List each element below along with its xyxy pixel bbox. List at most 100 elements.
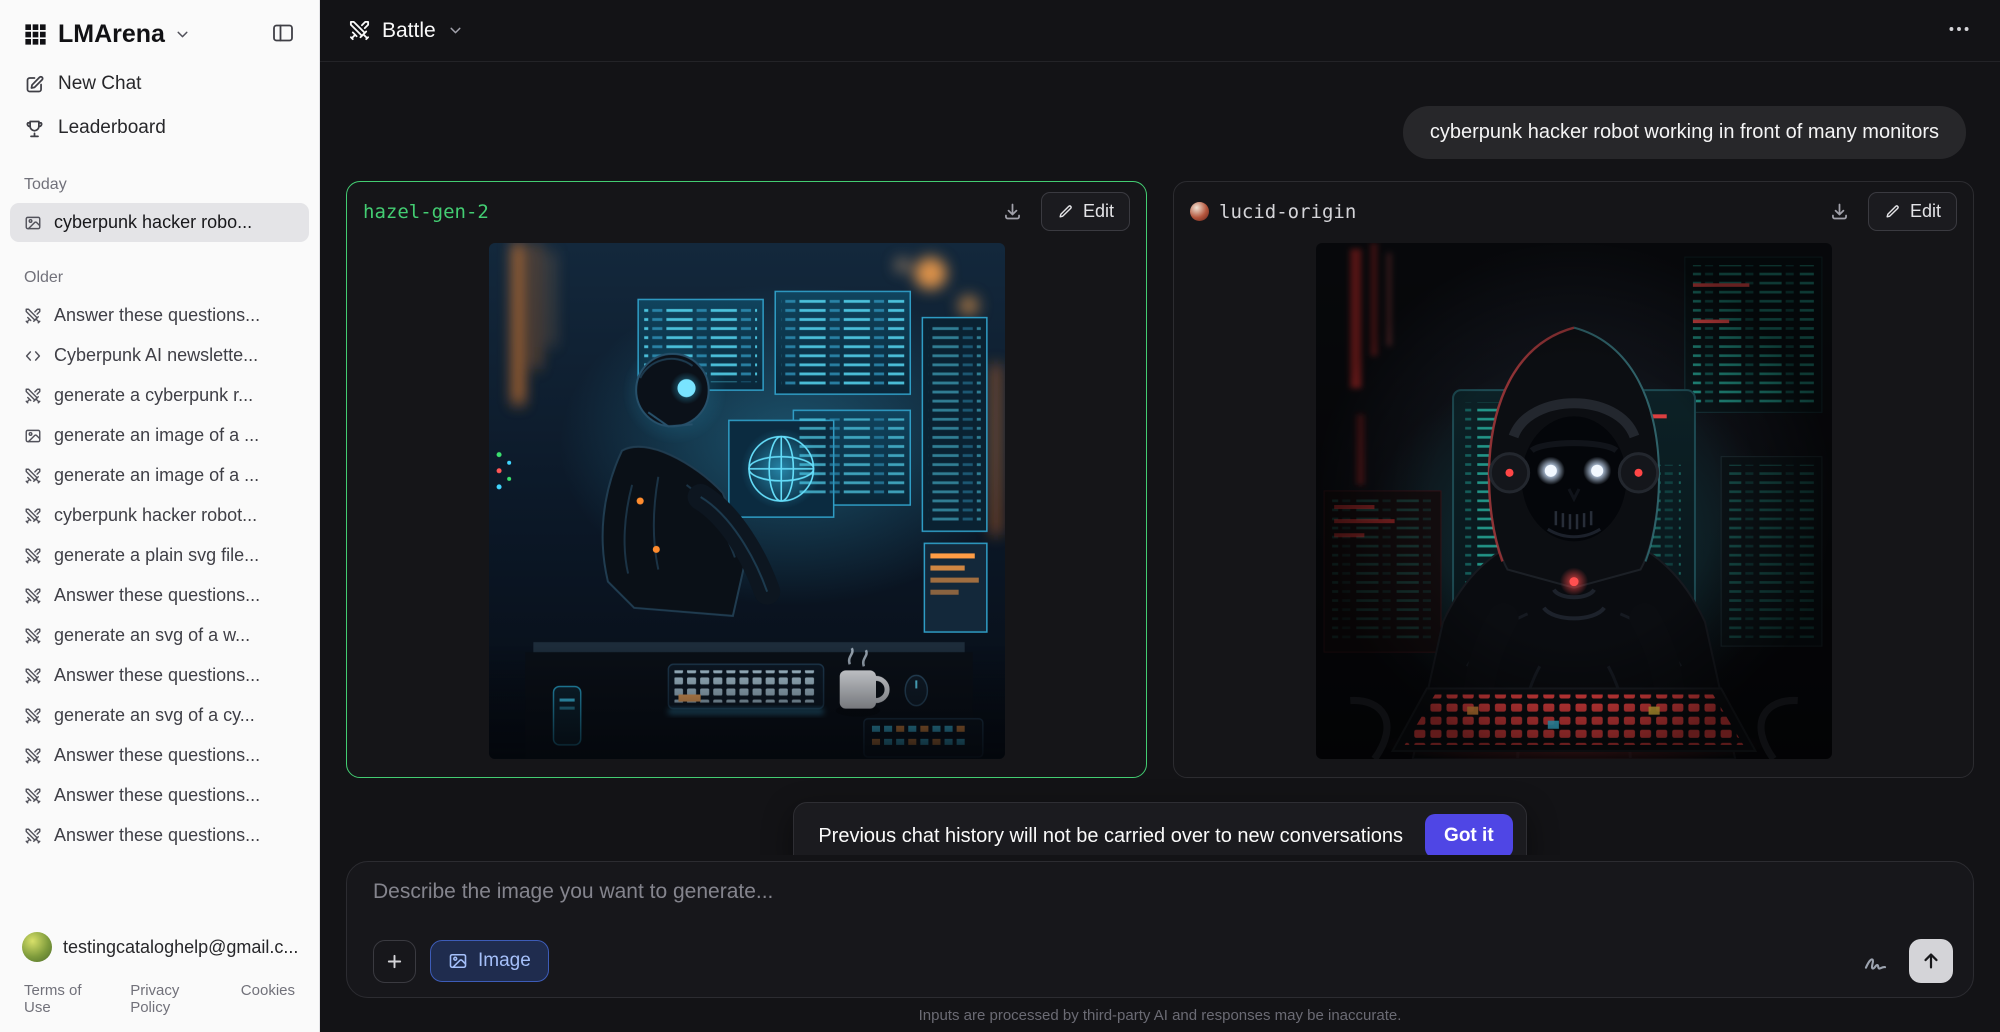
chat-item-label: generate an image of a ...	[54, 425, 259, 446]
chat-item-icon	[24, 707, 42, 725]
chat-item-icon	[24, 787, 42, 805]
edit-button[interactable]: Edit	[1041, 192, 1130, 231]
generated-image-b[interactable]	[1316, 243, 1832, 759]
chat-history-item[interactable]: generate an svg of a w...	[10, 616, 309, 655]
chat-item-label: generate an image of a ...	[54, 465, 259, 486]
composer-toolbar: Image	[373, 939, 1953, 983]
chat-history: Today cyberpunk hacker robo... Older Ans…	[0, 150, 319, 920]
sidebar-collapse-button[interactable]	[267, 18, 299, 50]
footer-link[interactable]: Privacy Policy	[130, 982, 213, 1016]
chat-item-label: Cyberpunk AI newslette...	[54, 345, 258, 366]
chat-history-item[interactable]: Answer these questions...	[10, 736, 309, 775]
app-root: LMArena New Chat Leaderboard Today	[0, 0, 2000, 1032]
leaderboard-label: Leaderboard	[58, 117, 166, 139]
edit-label: Edit	[1910, 201, 1941, 222]
chat-item-label: generate an svg of a cy...	[54, 705, 255, 726]
topbar: Battle	[320, 0, 2000, 62]
chat-history-item[interactable]: Answer these questions...	[10, 776, 309, 815]
ai-disclaimer: Inputs are processed by third-party AI a…	[346, 998, 1974, 1032]
chat-history-item[interactable]: Answer these questions...	[10, 656, 309, 695]
panel-body	[1174, 241, 1973, 777]
main-area: Battle cyberpunk hacker robot working in…	[320, 0, 2000, 1032]
image-mode-label: Image	[478, 950, 531, 972]
model-name-a: hazel-gen-2	[363, 201, 489, 223]
chevron-down-icon	[447, 22, 464, 39]
sidebar-header: LMArena	[0, 0, 319, 62]
chat-history-item[interactable]: Answer these questions...	[10, 816, 309, 855]
chat-item-label: generate an svg of a w...	[54, 625, 250, 646]
chat-item-icon	[24, 307, 42, 325]
chat-item-label: Answer these questions...	[54, 585, 260, 606]
sidebar: LMArena New Chat Leaderboard Today	[0, 0, 320, 1032]
app-logo[interactable]: LMArena	[22, 20, 191, 49]
mode-label: Battle	[382, 19, 436, 43]
model-name-b: lucid-origin	[1190, 201, 1356, 223]
user-prompt-bubble: cyberpunk hacker robot working in front …	[1403, 106, 1966, 159]
image-icon	[448, 951, 468, 971]
chat-item-icon	[24, 747, 42, 765]
edit-label: Edit	[1083, 201, 1114, 222]
signature-icon	[1862, 948, 1889, 975]
model-panel-b: lucid-origin Edit	[1173, 181, 1974, 778]
panel-body	[347, 241, 1146, 777]
generated-image-a[interactable]	[489, 243, 1005, 759]
edit-button[interactable]: Edit	[1868, 192, 1957, 231]
leaderboard-button[interactable]: Leaderboard	[0, 106, 319, 150]
chat-item-label: Answer these questions...	[54, 305, 260, 326]
composer-box: Image	[346, 861, 1974, 998]
toast-message: Previous chat history will not be carrie…	[818, 825, 1403, 848]
chat-item-label: Answer these questions...	[54, 745, 260, 766]
chevron-down-icon	[174, 26, 191, 43]
new-chat-icon	[24, 74, 45, 95]
account-button[interactable]: testingcataloghelp@gmail.c...	[0, 920, 319, 974]
user-message-row: cyberpunk hacker robot working in front …	[346, 62, 1974, 181]
chat-history-item[interactable]: Cyberpunk AI newslette...	[10, 336, 309, 375]
chat-item-label: cyberpunk hacker robo...	[54, 212, 252, 233]
plus-icon	[384, 951, 405, 972]
signature-button[interactable]	[1853, 939, 1897, 983]
chat-history-item[interactable]: Answer these questions...	[10, 296, 309, 335]
more-options-button[interactable]	[1946, 16, 1972, 45]
chat-history-item[interactable]: generate a plain svg file...	[10, 536, 309, 575]
collapse-sidebar-icon	[271, 21, 295, 45]
footer-link[interactable]: Terms of Use	[24, 982, 102, 1016]
chat-item-icon	[24, 387, 42, 405]
model-panel-a: hazel-gen-2 Edit	[346, 181, 1147, 778]
got-it-button[interactable]: Got it	[1425, 814, 1513, 855]
panel-header: lucid-origin Edit	[1174, 182, 1973, 241]
chat-history-item[interactable]: generate a cyberpunk r...	[10, 376, 309, 415]
battle-swords-icon	[348, 19, 371, 42]
sidebar-nav: New Chat Leaderboard	[0, 62, 319, 150]
chat-item-icon	[24, 587, 42, 605]
chat-item-icon	[24, 214, 42, 232]
battle-mode-selector[interactable]: Battle	[348, 19, 464, 43]
download-button[interactable]	[1822, 194, 1858, 230]
chat-item-icon	[24, 667, 42, 685]
new-chat-button[interactable]: New Chat	[0, 62, 319, 106]
download-icon	[1829, 201, 1850, 222]
prompt-input[interactable]	[373, 880, 1953, 916]
history-list-today: cyberpunk hacker robo...	[0, 203, 319, 242]
chat-item-icon	[24, 627, 42, 645]
chat-history-item[interactable]: generate an image of a ...	[10, 416, 309, 455]
chat-history-item[interactable]: generate an svg of a cy...	[10, 696, 309, 735]
logo-grid-icon	[22, 21, 49, 48]
app-title: LMArena	[58, 20, 165, 49]
chat-item-icon	[24, 467, 42, 485]
image-mode-button[interactable]: Image	[430, 940, 549, 982]
chat-area: cyberpunk hacker robot working in front …	[320, 62, 2000, 855]
chat-history-item[interactable]: cyberpunk hacker robot...	[10, 496, 309, 535]
download-button[interactable]	[995, 194, 1031, 230]
attach-button[interactable]	[373, 940, 416, 983]
chat-item-label: Answer these questions...	[54, 825, 260, 846]
chat-history-item[interactable]: cyberpunk hacker robo...	[10, 203, 309, 242]
history-section-label-older: Older	[0, 243, 319, 295]
send-button[interactable]	[1909, 939, 1953, 983]
panel-header: hazel-gen-2 Edit	[347, 182, 1146, 241]
download-icon	[1002, 201, 1023, 222]
chat-history-item[interactable]: generate an image of a ...	[10, 456, 309, 495]
pencil-icon	[1057, 203, 1074, 220]
footer-link[interactable]: Cookies	[241, 982, 295, 1016]
trophy-icon	[24, 118, 45, 139]
chat-history-item[interactable]: Answer these questions...	[10, 576, 309, 615]
